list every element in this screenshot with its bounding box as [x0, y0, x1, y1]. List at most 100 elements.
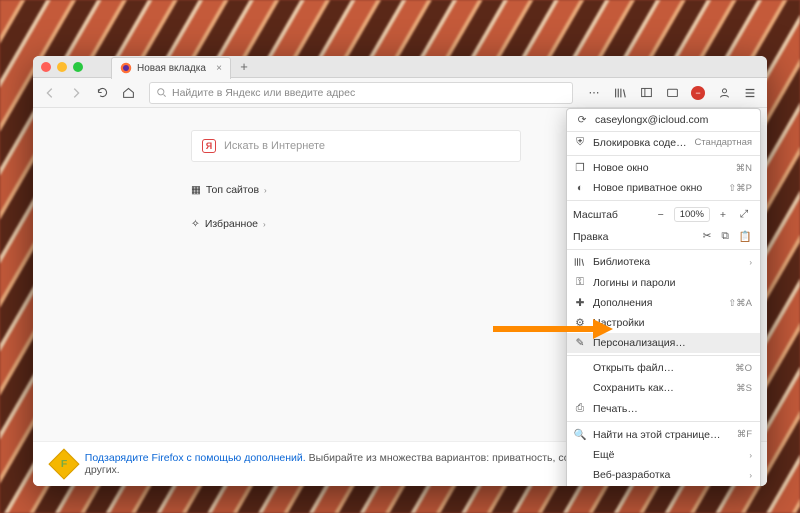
firefox-favicon-icon — [120, 62, 132, 74]
menu-open-file-label: Открыть файл… — [593, 362, 729, 374]
menu-shortcut: ⌘O — [735, 363, 752, 374]
menu-separator — [567, 200, 760, 201]
new-tab-button[interactable]: + — [234, 59, 254, 74]
copy-icon[interactable]: ⧉ — [721, 230, 729, 243]
menu-shortcut: ⇧⌘A — [728, 298, 752, 309]
shield-icon: ⛨ — [573, 136, 587, 149]
annotation-arrow — [493, 319, 613, 339]
menu-print[interactable]: ⎙ Печать… — [567, 398, 760, 419]
star-icon: ✧ — [191, 218, 200, 230]
hamburger-menu-button[interactable] — [739, 82, 761, 104]
menu-new-window-label: Новое окно — [593, 162, 730, 174]
search-icon — [156, 87, 167, 98]
menu-new-private-label: Новое приватное окно — [593, 182, 722, 194]
zoom-in-button[interactable]: + — [715, 209, 731, 221]
sidebar-toolbar-icon[interactable] — [635, 82, 657, 104]
menu-account-email: caseylongx@icloud.com — [595, 114, 752, 126]
menu-new-private-window[interactable]: ◐ Новое приватное окно ⇧⌘P — [567, 178, 760, 198]
menu-edit-row: Правка ✂ ⧉ 📋 — [567, 226, 760, 247]
menu-account-row[interactable]: ⟳ caseylongx@icloud.com — [567, 109, 760, 132]
search-icon: 🔍 — [573, 428, 587, 441]
toolbar-actions: ⋯ − — [583, 82, 761, 104]
cut-icon[interactable]: ✂ — [703, 230, 712, 243]
newtab-search-box[interactable]: Я Искать в Интернете — [191, 130, 521, 162]
menu-webdev-label: Веб-разработка — [593, 469, 741, 481]
paste-icon[interactable]: 📋 — [739, 230, 752, 243]
menu-content-blocking-label: Блокировка содержимого — [593, 137, 688, 149]
chevron-right-icon: › — [749, 258, 752, 267]
window-icon: ❐ — [573, 162, 587, 174]
menu-save-as-label: Сохранить как… — [593, 382, 730, 394]
library-icon — [573, 256, 587, 268]
menu-find-label: Найти на этой странице… — [593, 429, 731, 441]
favorites-label: Избранное — [205, 218, 258, 230]
screenshot-toolbar-icon[interactable] — [661, 82, 683, 104]
puzzle-icon: ✚ — [573, 297, 587, 309]
nav-toolbar: Найдите в Яндекс или введите адрес ⋯ − — [33, 78, 767, 108]
menu-library-label: Библиотека — [593, 256, 741, 268]
browser-window: Новая вкладка × + Найдите в Яндекс или в… — [33, 56, 767, 486]
menu-save-as[interactable]: Сохранить как… ⌘S — [567, 378, 760, 398]
tab-close-icon[interactable]: × — [216, 63, 222, 74]
menu-separator — [567, 249, 760, 250]
menu-content-blocking[interactable]: ⛨ Блокировка содержимого Стандартная — [567, 132, 760, 153]
menu-open-file[interactable]: Открыть файл… ⌘O — [567, 358, 760, 378]
newtab-search-placeholder: Искать в Интернете — [224, 140, 325, 152]
chevron-right-icon: › — [263, 220, 266, 229]
menu-separator — [567, 355, 760, 356]
menu-addons[interactable]: ✚ Дополнения ⇧⌘A — [567, 293, 760, 313]
menu-edit-label: Правка — [573, 231, 608, 243]
chevron-right-icon: › — [264, 186, 267, 195]
menu-zoom-row: Масштаб − 100% + ⤢ — [567, 203, 760, 226]
favorites-section-header[interactable]: ✧ Избранное › — [191, 218, 266, 230]
menu-more-label: Ещё — [593, 449, 741, 461]
menu-find[interactable]: 🔍 Найти на этой странице… ⌘F — [567, 424, 760, 445]
menu-webdev[interactable]: Веб-разработка › — [567, 465, 760, 485]
yandex-icon: Я — [202, 139, 216, 153]
menu-shortcut: ⇧⌘P — [728, 183, 752, 194]
menu-prefs-label: Настройки — [593, 317, 752, 329]
window-minimize-button[interactable] — [57, 62, 67, 72]
menu-more[interactable]: Ещё › — [567, 445, 760, 465]
zoom-out-button[interactable]: − — [653, 209, 669, 221]
home-button[interactable] — [117, 82, 139, 104]
mask-icon: ◐ — [573, 182, 587, 194]
key-icon: ⚿ — [573, 276, 587, 289]
menu-addons-label: Дополнения — [593, 297, 722, 309]
url-bar[interactable]: Найдите в Яндекс или введите адрес — [149, 82, 573, 104]
reload-button[interactable] — [91, 82, 113, 104]
urlbar-placeholder: Найдите в Яндекс или введите адрес — [172, 87, 355, 99]
adblock-toolbar-icon[interactable]: − — [687, 82, 709, 104]
reader-view-icon[interactable]: ⋯ — [583, 82, 605, 104]
chevron-right-icon: › — [749, 471, 752, 480]
menu-shortcut: ⌘N — [736, 163, 752, 174]
account-toolbar-icon[interactable] — [713, 82, 735, 104]
menu-shortcut: ⌘S — [736, 383, 752, 394]
addons-badge-icon: F — [48, 449, 79, 480]
library-toolbar-icon[interactable] — [609, 82, 631, 104]
menu-library[interactable]: Библиотека › — [567, 252, 760, 272]
addons-promo-link[interactable]: Подзарядите Firefox с помощью дополнений… — [85, 452, 306, 464]
menu-separator — [567, 421, 760, 422]
app-menu-panel: ⟳ caseylongx@icloud.com ⛨ Блокировка сод… — [566, 108, 761, 486]
menu-shortcut: ⌘F — [737, 429, 752, 440]
chevron-right-icon: › — [749, 451, 752, 460]
menu-logins-label: Логины и пароли — [593, 277, 752, 289]
back-button[interactable] — [39, 82, 61, 104]
titlebar: Новая вкладка × + — [33, 56, 767, 78]
sync-icon: ⟳ — [575, 114, 589, 126]
topsites-section-header[interactable]: ▦ Топ сайтов › — [191, 184, 267, 196]
window-maximize-button[interactable] — [73, 62, 83, 72]
fullscreen-icon[interactable]: ⤢ — [736, 208, 752, 221]
topsites-label: Топ сайтов — [206, 184, 259, 196]
menu-separator — [567, 155, 760, 156]
grid-icon: ▦ — [191, 184, 201, 196]
menu-print-label: Печать… — [593, 403, 752, 415]
tab-title: Новая вкладка — [137, 63, 206, 74]
zoom-value[interactable]: 100% — [674, 207, 710, 222]
menu-logins[interactable]: ⚿ Логины и пароли — [567, 272, 760, 293]
menu-new-window[interactable]: ❐ Новое окно ⌘N — [567, 158, 760, 178]
window-close-button[interactable] — [41, 62, 51, 72]
forward-button[interactable] — [65, 82, 87, 104]
browser-tab[interactable]: Новая вкладка × — [111, 57, 231, 79]
